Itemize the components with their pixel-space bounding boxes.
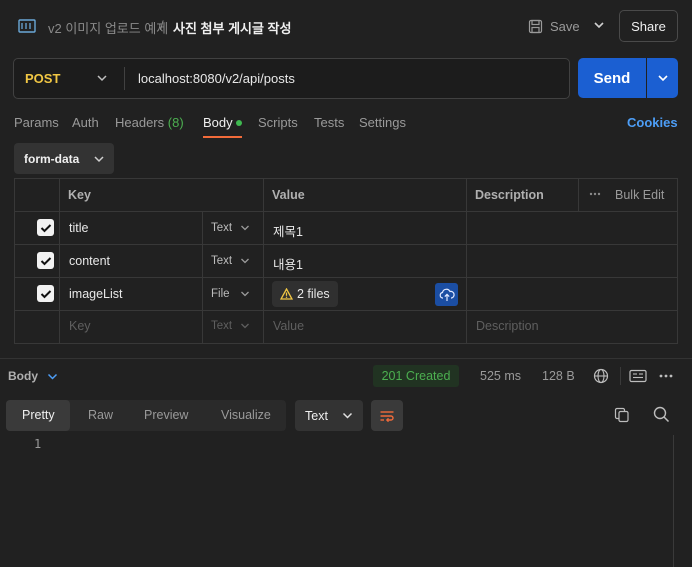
row-value[interactable]: 내용1 — [273, 254, 303, 273]
response-time[interactable]: 525 ms — [480, 369, 521, 383]
search-icon[interactable] — [653, 406, 670, 423]
copy-icon[interactable] — [614, 407, 630, 423]
new-value-input[interactable]: Value — [273, 319, 304, 333]
row-checkbox[interactable] — [37, 219, 54, 236]
upload-button[interactable] — [435, 283, 458, 306]
chevron-down-icon — [657, 75, 668, 82]
chevron-down-icon[interactable] — [240, 322, 250, 330]
method-select[interactable]: POST — [25, 71, 60, 86]
new-key-input[interactable]: Key — [69, 319, 91, 333]
row-value[interactable]: 제목1 — [273, 221, 303, 240]
row-key[interactable]: content — [69, 254, 110, 268]
breadcrumb-separator: / — [160, 18, 164, 33]
tab-scripts[interactable]: Scripts — [258, 115, 298, 130]
response-size[interactable]: 128 B — [542, 369, 575, 383]
body-indicator-dot — [236, 120, 242, 126]
column-header-value: Value — [272, 188, 305, 202]
panel-divider — [0, 358, 692, 359]
checkmark-icon — [40, 256, 51, 265]
row-type-select[interactable]: Text — [211, 222, 232, 234]
chevron-down-icon[interactable] — [240, 257, 250, 265]
new-type-select[interactable]: Text — [211, 320, 232, 332]
view-raw[interactable]: Raw — [88, 408, 113, 422]
warning-icon — [280, 288, 293, 300]
tab-settings[interactable]: Settings — [359, 115, 406, 130]
format-label: Text — [305, 408, 328, 423]
chevron-down-icon[interactable] — [240, 290, 250, 298]
checkmark-icon — [40, 289, 51, 298]
url-input[interactable]: localhost:8080/v2/api/posts — [138, 71, 295, 86]
body-type-label: form-data — [24, 151, 80, 166]
new-description-input[interactable]: Description — [476, 319, 539, 333]
chevron-down-icon[interactable] — [240, 224, 250, 232]
tab-tests[interactable]: Tests — [314, 115, 344, 130]
chevron-down-icon — [342, 412, 352, 419]
breadcrumb-collection[interactable]: v2 이미지 업로드 예제 — [48, 18, 168, 37]
response-body-label[interactable]: Body — [8, 369, 38, 383]
column-divider — [466, 178, 467, 344]
save-button[interactable]: Save — [528, 16, 580, 36]
send-button[interactable]: Send — [578, 58, 646, 98]
chevron-down-icon[interactable] — [47, 372, 58, 381]
tab-body[interactable]: Body — [203, 115, 233, 130]
save-label: Save — [550, 18, 580, 34]
tab-auth[interactable]: Auth — [72, 115, 99, 130]
column-divider — [202, 211, 203, 344]
more-horizontal-icon[interactable] — [589, 191, 601, 197]
row-divider — [14, 277, 678, 278]
save-options-chevron-icon[interactable] — [593, 20, 605, 30]
files-count: 2 files — [297, 287, 330, 301]
column-divider — [59, 178, 60, 344]
save-icon — [528, 19, 543, 33]
save-example-icon[interactable] — [629, 369, 647, 383]
row-divider — [14, 310, 678, 311]
wrap-lines-icon — [380, 410, 394, 422]
format-select[interactable]: Text — [295, 400, 363, 431]
chevron-down-icon — [94, 155, 104, 162]
send-options-button[interactable] — [647, 58, 678, 98]
row-type-select[interactable]: Text — [211, 255, 232, 267]
column-divider — [578, 178, 579, 211]
status-badge[interactable]: 201 Created — [373, 365, 459, 387]
active-tab-underline — [203, 136, 242, 138]
body-type-select[interactable]: form-data — [14, 143, 114, 174]
cloud-upload-icon — [439, 288, 455, 301]
line-number: 1 — [34, 437, 42, 451]
row-divider — [14, 211, 678, 212]
row-type-select[interactable]: File — [211, 288, 230, 300]
bulk-edit-button[interactable]: Bulk Edit — [615, 188, 664, 202]
globe-icon[interactable] — [593, 368, 609, 384]
column-header-key: Key — [68, 188, 91, 202]
url-divider — [124, 67, 125, 90]
toolbar-divider — [620, 367, 621, 385]
wrap-lines-button[interactable] — [371, 400, 403, 431]
view-preview[interactable]: Preview — [144, 408, 188, 422]
method-chevron-down-icon[interactable] — [96, 73, 108, 83]
files-chip[interactable]: 2 files — [272, 281, 338, 307]
view-visualize[interactable]: Visualize — [221, 408, 271, 422]
row-key[interactable]: imageList — [69, 287, 123, 301]
scrollbar[interactable] — [673, 435, 685, 567]
row-key[interactable]: title — [69, 221, 88, 235]
headers-count-badge: (8) — [167, 115, 184, 130]
cookies-link[interactable]: Cookies — [627, 115, 678, 130]
tab-headers[interactable]: Headers (8) — [115, 115, 184, 130]
more-horizontal-icon[interactable] — [659, 373, 673, 379]
http-request-icon — [18, 19, 36, 33]
view-pretty[interactable]: Pretty — [22, 408, 55, 422]
request-title[interactable]: 사진 첨부 게시글 작성 — [173, 18, 291, 37]
tab-params[interactable]: Params — [14, 115, 59, 130]
share-button[interactable]: Share — [619, 10, 678, 42]
column-divider — [263, 178, 264, 344]
row-checkbox[interactable] — [37, 285, 54, 302]
checkmark-icon — [40, 223, 51, 232]
row-checkbox[interactable] — [37, 252, 54, 269]
column-header-description: Description — [475, 188, 544, 202]
tab-headers-label: Headers — [115, 115, 165, 130]
row-divider — [14, 244, 678, 245]
